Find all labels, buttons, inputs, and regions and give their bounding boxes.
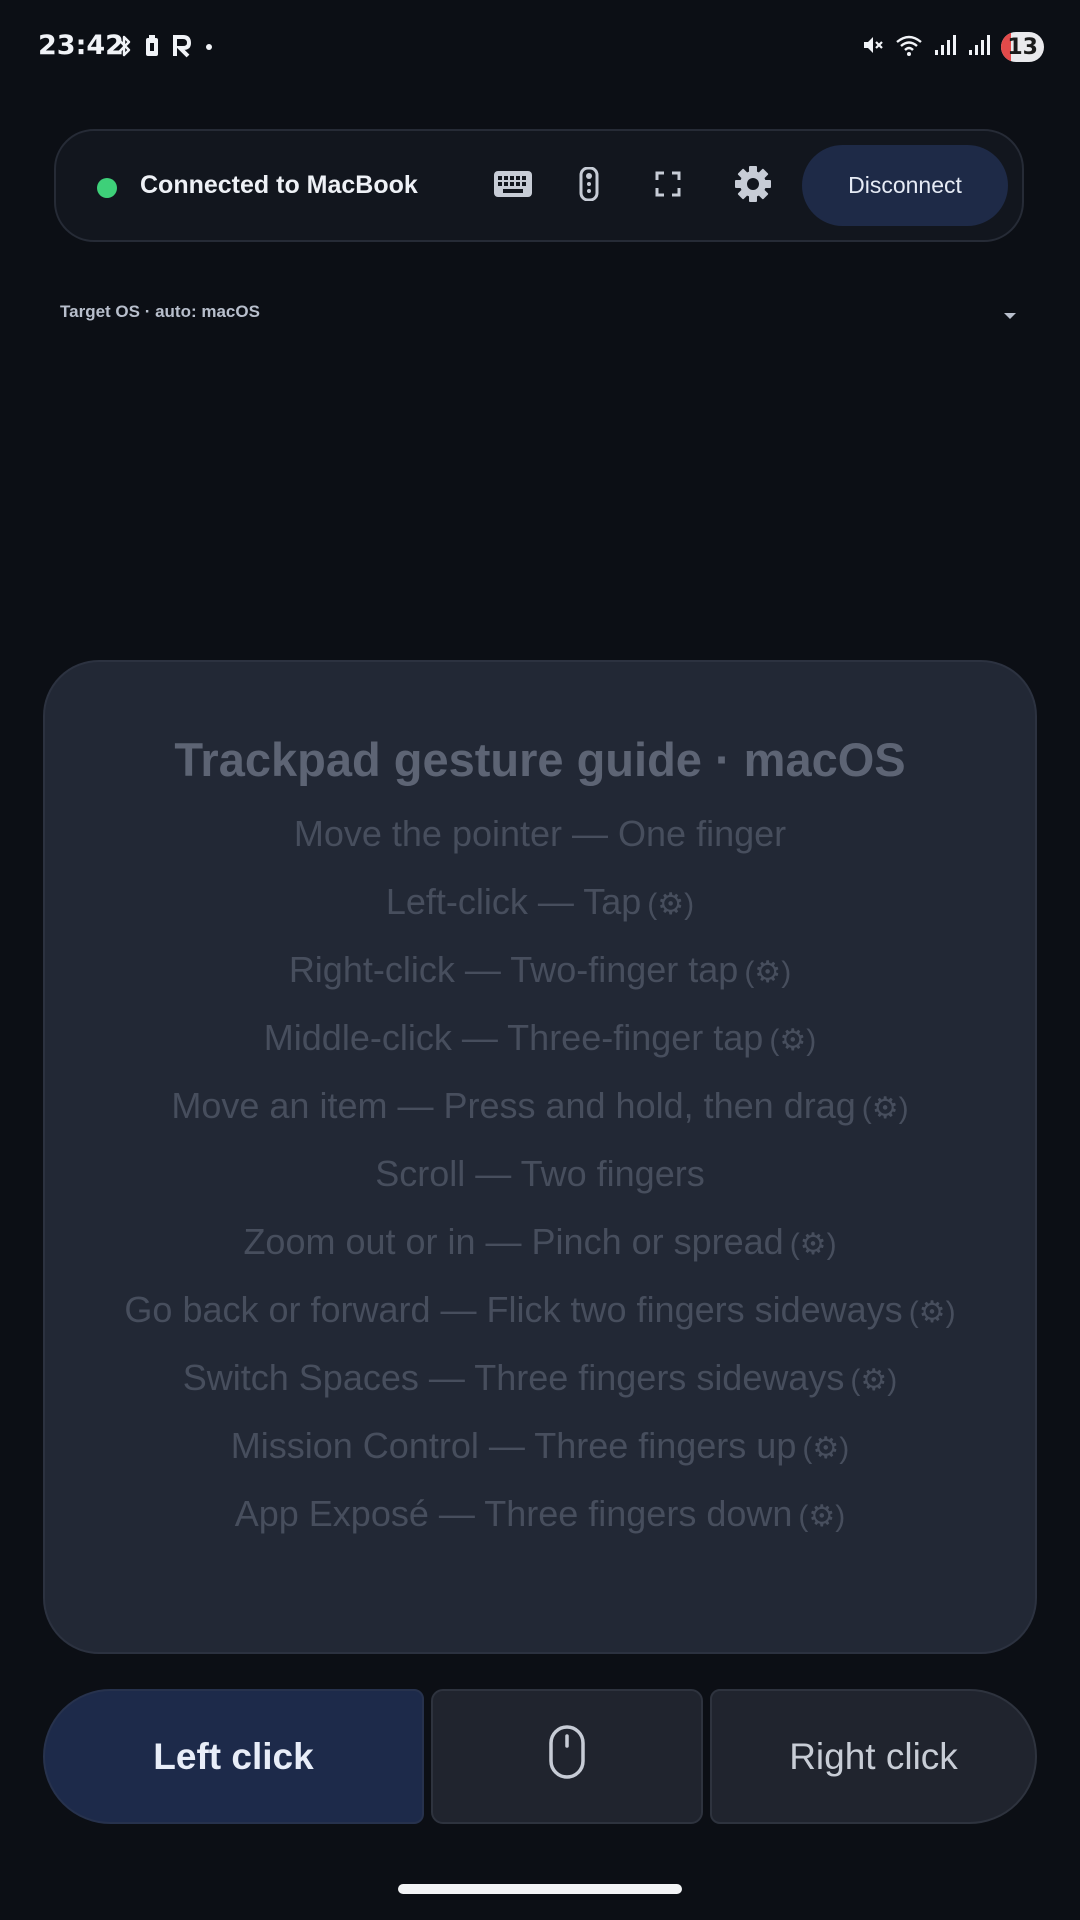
gear-icon: (⚙) (802, 1432, 850, 1465)
gear-icon: (⚙) (744, 956, 792, 989)
connection-bar: Connected to MacBook Disconnect (54, 129, 1024, 242)
mouse-icon (548, 1724, 586, 1789)
gesture-guide-item: Middle-click — Three-finger tap (⚙) (43, 1004, 1037, 1072)
wifi-icon (895, 33, 923, 62)
gesture-guide-item-text: Go back or forward — Flick two fingers s… (124, 1289, 903, 1330)
gear-icon: (⚙) (769, 1024, 817, 1057)
mute-icon (861, 33, 885, 62)
target-os-selector[interactable]: Target OS · auto: macOS (60, 300, 1020, 330)
gesture-guide-item-text: Scroll — Two fingers (375, 1153, 705, 1194)
battery-saver-icon (144, 34, 160, 63)
battery-level: 13 (1007, 34, 1038, 60)
right-click-button[interactable]: Right click (710, 1689, 1037, 1824)
signal-icon (933, 33, 957, 62)
gear-icon: (⚙) (861, 1092, 909, 1125)
gesture-guide-item: Switch Spaces — Three fingers sideways (⚙… (43, 1344, 1037, 1412)
middle-click-button[interactable] (431, 1689, 703, 1824)
r-app-icon (172, 34, 192, 63)
gesture-guide-item: Move the pointer — One finger (43, 800, 1037, 868)
gesture-guide-item: Move an item — Press and hold, then drag… (43, 1072, 1037, 1140)
gesture-guide-item-text: Move the pointer — One finger (293, 813, 787, 854)
gear-icon: (⚙) (908, 1296, 956, 1329)
disconnect-button[interactable]: Disconnect (802, 145, 1008, 226)
gesture-guide-item: Scroll — Two fingers (43, 1140, 1037, 1208)
gesture-guide-item: Go back or forward — Flick two fingers s… (43, 1276, 1037, 1344)
status-time: 23:42 (38, 30, 124, 61)
left-click-button[interactable]: Left click (43, 1689, 424, 1824)
gesture-guide-item-text: Right-click — Two-finger tap (288, 949, 739, 990)
connection-status-label: Connected to MacBook (140, 171, 418, 199)
gesture-guide-item: Zoom out or in — Pinch or spread (⚙) (43, 1208, 1037, 1276)
remote-icon (578, 166, 600, 206)
keyboard-button[interactable] (488, 161, 538, 211)
gesture-guide-item-text: Move an item — Press and hold, then drag (171, 1085, 856, 1126)
battery-badge: 13 (1001, 32, 1044, 62)
gear-icon: (⚙) (647, 888, 695, 921)
status-right-icons: 13 (861, 32, 1044, 62)
home-indicator[interactable] (398, 1884, 682, 1894)
gesture-guide-item-text: Left-click — Tap (385, 881, 642, 922)
status-left-icons (116, 34, 214, 63)
gesture-guide-item-text: Mission Control — Three fingers up (230, 1425, 797, 1466)
keyboard-icon (493, 169, 533, 204)
gesture-guide-item-text: App Exposé — Three fingers down (234, 1493, 793, 1534)
gear-icon: (⚙) (850, 1364, 898, 1397)
gesture-guide-item: Right-click — Two-finger tap (⚙) (43, 936, 1037, 1004)
target-os-label: Target OS · auto: macOS (60, 302, 260, 321)
remote-button[interactable] (564, 161, 614, 211)
chevron-down-icon (1000, 306, 1020, 326)
fullscreen-icon (655, 171, 681, 202)
status-bar: 23:42 13 (0, 0, 1080, 100)
dot-icon (204, 34, 214, 63)
gesture-guide-item: Mission Control — Three fingers up (⚙) (43, 1412, 1037, 1480)
gear-icon: (⚙) (789, 1228, 837, 1261)
gesture-guide-item: Left-click — Tap (⚙) (43, 868, 1037, 936)
gesture-guide-item-text: Switch Spaces — Three fingers sideways (182, 1357, 845, 1398)
gear-icon (734, 165, 772, 208)
gesture-guide-item-text: Middle-click — Three-finger tap (263, 1017, 764, 1058)
gear-icon: (⚙) (798, 1500, 846, 1533)
settings-button[interactable] (728, 161, 778, 211)
gesture-guide-item: App Exposé — Three fingers down (⚙) (43, 1480, 1037, 1548)
connection-status-dot (97, 178, 117, 198)
gesture-guide-list: Move the pointer — One finger Left-click … (43, 800, 1037, 1548)
gesture-guide-title: Trackpad gesture guide · macOS (174, 733, 906, 786)
signal-icon-2 (967, 33, 991, 62)
bluetooth-icon (116, 34, 132, 63)
gesture-guide-item-text: Zoom out or in — Pinch or spread (243, 1221, 784, 1262)
fullscreen-button[interactable] (643, 161, 693, 211)
